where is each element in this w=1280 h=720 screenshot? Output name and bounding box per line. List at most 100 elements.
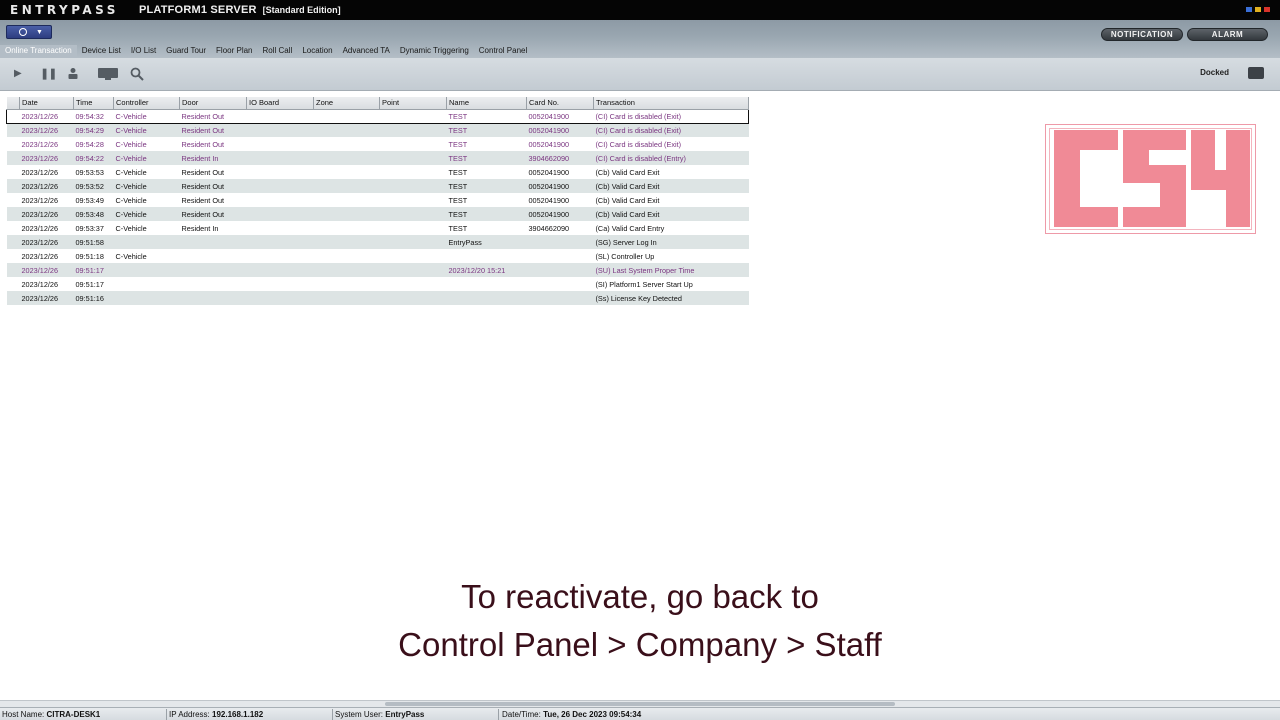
table-row[interactable]: 2023/12/26 09:51:17 (SI) Platform1 Server … xyxy=(7,277,749,291)
status-bar: Host Name: CITRA-DESK1 IP Address: 192.1… xyxy=(0,707,1280,720)
cell-point xyxy=(380,221,447,235)
tab-guard-tour[interactable]: Guard Tour xyxy=(161,45,211,58)
row-indicator[interactable] xyxy=(6,235,20,249)
table-row[interactable]: 2023/12/26 09:54:32 C-Vehicle Resident Out T… xyxy=(6,108,749,124)
column-header-zone[interactable]: Zone xyxy=(313,97,380,110)
table-row[interactable]: 2023/12/26 09:53:52 C-Vehicle Resident Out T… xyxy=(6,179,749,193)
horizontal-scrollbar[interactable] xyxy=(0,700,1280,707)
maximize-icon[interactable] xyxy=(1255,7,1261,12)
cell-date: 2023/12/26 xyxy=(19,108,74,124)
csy-logo-glyphs xyxy=(1054,130,1250,227)
cell-card-no xyxy=(526,235,594,249)
cell-zone xyxy=(314,137,380,151)
tab-online-transaction[interactable]: Online Transaction xyxy=(0,45,77,58)
table-row[interactable]: 2023/12/26 09:53:48 C-Vehicle Resident Out T… xyxy=(6,207,749,221)
table-row[interactable]: 2023/12/26 09:51:58 EntryPass (SG) Server L… xyxy=(6,235,749,249)
table-row[interactable]: 2023/12/26 09:53:37 C-Vehicle Resident In TE… xyxy=(7,221,749,235)
app-window: ENTRYPASS PLATFORM1 SERVER [Standard Edi… xyxy=(0,0,1280,720)
notification-button[interactable]: NOTIFICATION xyxy=(1101,28,1183,41)
row-indicator[interactable] xyxy=(6,263,20,277)
docked-label: Docked xyxy=(1200,68,1229,77)
tab-location[interactable]: Location xyxy=(297,45,337,58)
cell-transaction: (Cb) Valid Card Exit xyxy=(593,179,749,193)
monitor-icon[interactable] xyxy=(97,67,119,84)
cell-date: 2023/12/26 xyxy=(21,195,59,205)
scrollbar-thumb[interactable] xyxy=(385,702,895,706)
user-icon[interactable] xyxy=(67,67,79,82)
cell-door xyxy=(180,249,247,263)
table-row[interactable]: 2023/12/26 09:54:29 C-Vehicle Resident Out T… xyxy=(6,123,749,137)
column-header-name[interactable]: Name xyxy=(446,97,527,110)
cell-point xyxy=(379,108,447,124)
cell-io-board xyxy=(246,179,314,193)
tab-i-o-list[interactable]: I/O List xyxy=(126,45,161,58)
cell-time: 09:51:58 xyxy=(73,235,114,249)
cell-transaction: (SU) Last System Proper Time xyxy=(593,263,749,277)
row-indicator[interactable] xyxy=(6,291,20,305)
table-row[interactable]: 2023/12/26 09:51:16 (Ss) License Key Detec… xyxy=(6,291,749,305)
column-header-date[interactable]: Date xyxy=(19,97,74,110)
cell-door xyxy=(179,291,247,305)
table-row[interactable]: 2023/12/26 09:53:53 C-Vehicle Resident Out T… xyxy=(7,165,749,179)
column-header-time[interactable]: Time xyxy=(73,97,114,110)
table-row[interactable]: 2023/12/26 09:51:17 2023/12/20 15:21 (SU) L… xyxy=(6,263,749,277)
cell-door: Resident Out xyxy=(179,108,247,124)
cell-date: 2023/12/26 xyxy=(21,139,59,149)
table-row[interactable]: 2023/12/26 09:54:22 C-Vehicle Resident In TE… xyxy=(6,151,749,165)
row-indicator[interactable] xyxy=(6,179,20,193)
cell-time: 09:53:52 xyxy=(73,179,114,193)
mode-selector-button[interactable]: ▼ xyxy=(6,25,52,39)
play-icon[interactable]: ▶ xyxy=(14,67,22,81)
grid-header-row: Date Time Controller Door IO Board Zone Point N… xyxy=(6,97,749,110)
cell-point xyxy=(379,179,447,193)
cell-point xyxy=(380,165,447,179)
module-tabs: Online Transaction Device List I/O List Gua… xyxy=(0,45,532,58)
cell-door: Resident Out xyxy=(179,179,247,193)
column-header-card-no[interactable]: Card No. xyxy=(526,97,594,110)
row-indicator[interactable] xyxy=(6,108,20,124)
search-icon[interactable] xyxy=(130,67,144,84)
cell-controller: C-Vehicle xyxy=(113,108,180,124)
cell-name: TEST xyxy=(446,179,527,193)
row-indicator[interactable] xyxy=(7,165,20,179)
close-icon[interactable] xyxy=(1264,7,1270,12)
dock-toggle-icon[interactable] xyxy=(1248,67,1264,79)
column-header-transaction[interactable]: Transaction xyxy=(593,97,749,110)
table-row[interactable]: 2023/12/26 09:51:18 C-Vehicle (SL) Controll… xyxy=(7,249,749,263)
alarm-button[interactable]: ALARM xyxy=(1187,28,1268,41)
row-indicator[interactable] xyxy=(6,151,20,165)
table-row[interactable]: 2023/12/26 09:54:28 C-Vehicle Resident Out T… xyxy=(7,137,749,151)
row-indicator[interactable] xyxy=(6,207,20,221)
cell-controller xyxy=(113,263,180,277)
row-indicator[interactable] xyxy=(7,193,20,207)
minimize-icon[interactable] xyxy=(1246,7,1252,12)
cell-zone xyxy=(313,108,380,124)
cell-time: 09:51:17 xyxy=(73,263,114,277)
cell-controller: C-Vehicle xyxy=(113,179,180,193)
cell-io-board xyxy=(247,165,314,179)
row-indicator[interactable] xyxy=(7,221,20,235)
column-header-point[interactable]: Point xyxy=(379,97,447,110)
tab-device-list[interactable]: Device List xyxy=(77,45,126,58)
cell-io-board xyxy=(247,277,314,291)
cell-io-board xyxy=(246,235,314,249)
pause-icon[interactable]: ❚❚ xyxy=(40,67,57,81)
row-indicator[interactable] xyxy=(7,249,20,263)
column-header-io-board[interactable]: IO Board xyxy=(246,97,314,110)
row-indicator[interactable] xyxy=(7,277,20,291)
tab-advanced-ta[interactable]: Advanced TA xyxy=(338,45,395,58)
row-indicator[interactable] xyxy=(6,123,20,137)
cell-io-board xyxy=(247,221,314,235)
tab-roll-call[interactable]: Roll Call xyxy=(258,45,298,58)
table-row[interactable]: 2023/12/26 09:53:49 C-Vehicle Resident Out T… xyxy=(7,193,749,207)
cell-time: 09:54:29 xyxy=(73,123,114,137)
tab-control-panel[interactable]: Control Panel xyxy=(474,45,532,58)
tab-dynamic-triggering[interactable]: Dynamic Triggering xyxy=(395,45,474,58)
cell-time: 09:53:49 xyxy=(75,195,104,205)
row-indicator[interactable] xyxy=(7,137,20,151)
column-header-door[interactable]: Door xyxy=(179,97,247,110)
cell-card-no: 0052041900 xyxy=(526,123,594,137)
cell-transaction: (Cb) Valid Card Exit xyxy=(595,195,660,205)
column-header-controller[interactable]: Controller xyxy=(113,97,180,110)
tab-floor-plan[interactable]: Floor Plan xyxy=(211,45,257,58)
